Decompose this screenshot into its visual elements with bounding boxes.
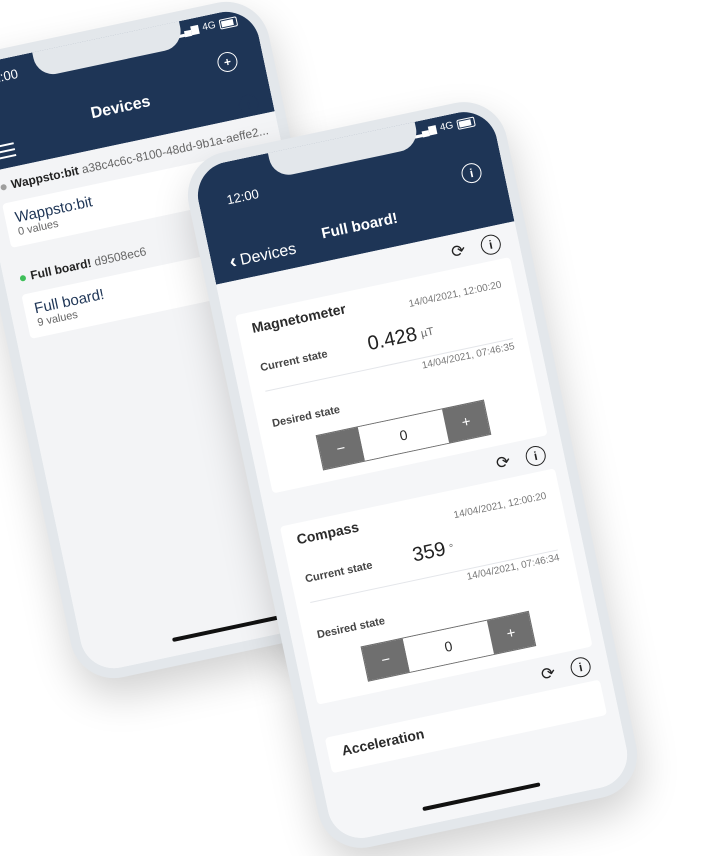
refresh-icon[interactable]: ⟳ xyxy=(539,663,557,686)
desired-value-input[interactable]: 0 xyxy=(357,409,450,461)
desired-value-input[interactable]: 0 xyxy=(402,620,494,672)
device-detail-screen: 12:00 ▂▄▆ 4G i ‹ Devices Full board! ⟳ i… xyxy=(191,105,634,845)
menu-icon[interactable] xyxy=(0,138,17,164)
refresh-icon[interactable]: ⟳ xyxy=(449,240,467,263)
refresh-icon[interactable]: ⟳ xyxy=(494,452,512,475)
info-icon[interactable]: i xyxy=(459,161,484,185)
info-icon[interactable]: i xyxy=(568,655,593,680)
current-state-label: Current state xyxy=(304,558,374,585)
battery-icon xyxy=(456,115,476,130)
increment-button[interactable]: + xyxy=(442,400,491,443)
status-dot xyxy=(0,183,8,191)
device-uuid: d9508ec6 xyxy=(93,244,148,269)
value-unit: ° xyxy=(448,541,456,555)
network-label: 4G xyxy=(201,19,217,34)
info-icon[interactable]: i xyxy=(478,232,503,257)
info-icon[interactable]: i xyxy=(523,444,548,468)
value-unit: µT xyxy=(419,325,435,340)
decrement-button[interactable]: − xyxy=(361,638,410,681)
current-value: 359 xyxy=(410,538,448,567)
phone-device-detail: 12:00 ▂▄▆ 4G i ‹ Devices Full board! ⟳ i… xyxy=(179,93,646,856)
add-device-icon[interactable]: + xyxy=(215,50,240,74)
status-time: 12:00 xyxy=(225,186,261,208)
network-label: 4G xyxy=(439,120,455,134)
signal-icon: ▂▄▆ xyxy=(413,123,438,140)
status-indicators: ▂▄▆ 4G xyxy=(413,115,476,139)
device-values: ⟳ i Magnetometer 14/04/2021, 12:00:20 Cu… xyxy=(216,221,634,845)
device-name: Full board! xyxy=(29,255,93,283)
current-state-label: Current state xyxy=(259,347,329,374)
status-indicators: ▂▄▆ 4G xyxy=(175,15,239,39)
decrement-button[interactable]: − xyxy=(316,427,365,470)
device-name: Wappsto:bit xyxy=(9,163,81,192)
status-dot xyxy=(19,274,27,282)
status-time: 12:00 xyxy=(0,65,20,88)
increment-button[interactable]: + xyxy=(486,611,536,654)
current-value: 0.428 xyxy=(365,323,420,356)
battery-icon xyxy=(218,15,239,30)
